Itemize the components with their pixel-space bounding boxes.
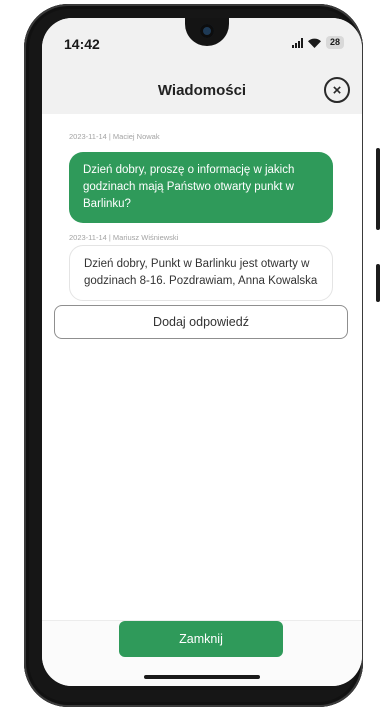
status-bar: 14:42 28 <box>42 18 362 70</box>
signal-icon <box>291 37 303 48</box>
message-bubble-sent: Dzień dobry, proszę o informację w jakic… <box>69 152 333 223</box>
battery-icon: 28 <box>325 36 344 49</box>
add-reply-button[interactable]: Dodaj odpowiedź <box>54 305 348 339</box>
wifi-icon <box>307 38 321 48</box>
status-icons: 28 <box>291 36 344 49</box>
camera-notch <box>185 18 229 46</box>
footer-bar: Zamknij <box>42 620 362 686</box>
close-button[interactable]: × <box>324 77 350 103</box>
message-bubble-received: Dzień dobry, Punkt w Barlinku jest otwar… <box>69 245 333 301</box>
status-time: 14:42 <box>64 36 100 52</box>
close-circle-icon: × <box>332 81 342 99</box>
app-header: Wiadomości × <box>42 70 362 114</box>
front-camera-icon <box>200 24 214 38</box>
side-button-volume <box>376 148 380 230</box>
message-meta: 2023-11-14 | Maciej Nowak <box>69 132 160 141</box>
phone-screen: 14:42 28 Wiadomości × 2023-11-14 | Macie… <box>42 18 362 686</box>
close-main-button[interactable]: Zamknij <box>119 621 283 657</box>
side-button-power <box>376 264 380 302</box>
home-indicator[interactable] <box>144 675 260 679</box>
message-meta: 2023-11-14 | Mariusz Wiśniewski <box>69 233 179 242</box>
page-title: Wiadomości <box>157 82 247 99</box>
